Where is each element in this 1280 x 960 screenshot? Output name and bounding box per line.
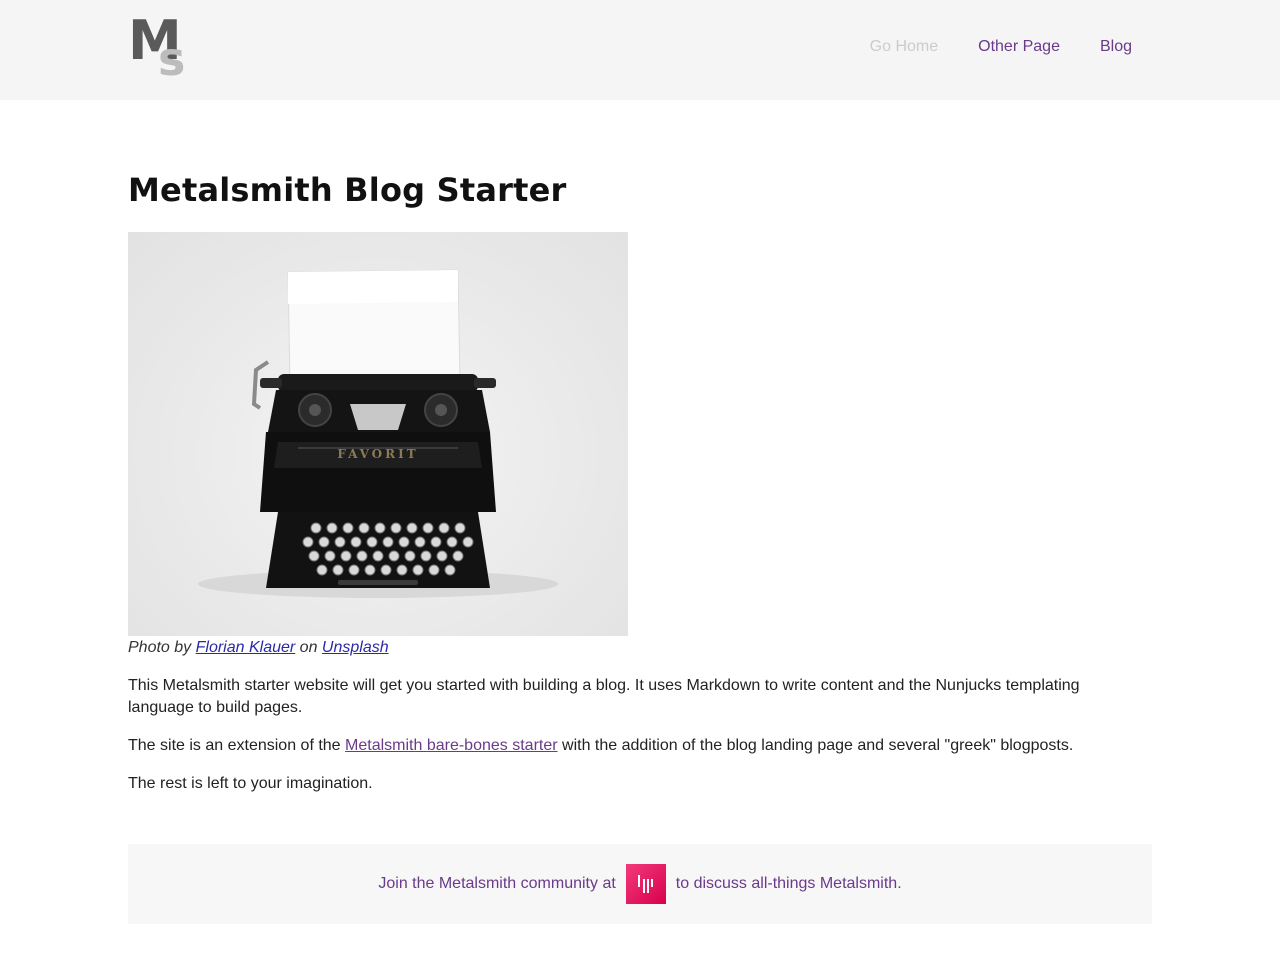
caption-prefix: Photo by [128, 639, 192, 656]
page-title: Metalsmith Blog Starter [128, 171, 567, 209]
footer-text-after: to discuss all-things Metalsmith. [675, 875, 902, 892]
extension-text-after: with the addition of the blog landing pa… [562, 737, 1074, 754]
closing-paragraph: The rest is left to your imagination. [128, 775, 373, 792]
footer-text-before: Join the Metalsmith community at [378, 875, 616, 892]
photo-caption: Photo by Florian Klauer on Unsplash [128, 637, 389, 659]
gitter-icon[interactable] [625, 864, 666, 904]
caption-author-link[interactable]: Florian Klauer [196, 639, 296, 656]
site-logo[interactable]: M s [128, 14, 190, 83]
bare-bones-starter-link[interactable]: Metalsmith bare-bones starter [345, 737, 558, 754]
community-footer: Join the Metalsmith community at to disc… [128, 844, 1152, 924]
nav-go-home[interactable]: Go Home [870, 36, 938, 58]
main-nav: Go Home Other Page Blog [870, 36, 1132, 58]
extension-paragraph: The site is an extension of the Metalsmi… [128, 735, 1128, 757]
nav-blog[interactable]: Blog [1100, 36, 1132, 58]
svg-text:FAVORIT: FAVORIT [337, 447, 418, 461]
logo-letter-s: s [158, 32, 186, 86]
intro-paragraph: This Metalsmith starter website will get… [128, 677, 1080, 716]
nav-other-page[interactable]: Other Page [978, 36, 1060, 58]
typewriter-photo: FAVORIT [128, 232, 628, 636]
site-header: M s Go Home Other Page Blog [0, 0, 1280, 100]
caption-middle: on [299, 639, 318, 656]
caption-source-link[interactable]: Unsplash [322, 639, 389, 656]
extension-text-before: The site is an extension of the [128, 737, 341, 754]
